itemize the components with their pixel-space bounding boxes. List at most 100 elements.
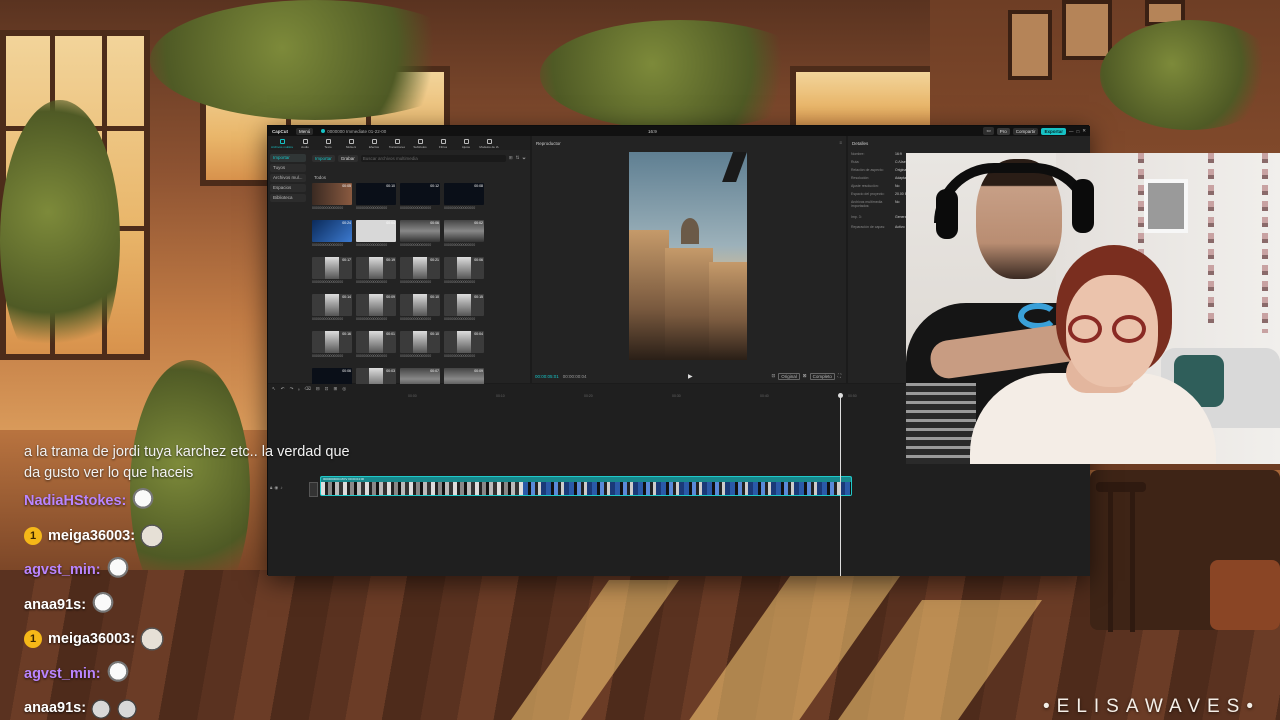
media-item[interactable]: 00:21 0000000000000000	[400, 257, 442, 284]
zoom-icon[interactable]: ⊠	[803, 373, 807, 380]
media-item[interactable]: 00:01 0000000000000000	[356, 331, 398, 358]
chat-separator: :	[130, 631, 136, 648]
media-item[interactable]: 00:09 0000000000000000	[356, 294, 398, 321]
tool-label: Ajuste	[461, 145, 471, 149]
timeline-tool-icon[interactable]: ⊡	[325, 386, 329, 392]
tool-transition[interactable]: Transiciones	[386, 137, 408, 149]
media-item[interactable]: 00:04 0000000000000000	[356, 220, 398, 247]
playhead[interactable]	[838, 393, 843, 576]
media-thumbnail: 00:04	[444, 331, 484, 353]
timeline-tool-icon[interactable]: ↖	[272, 386, 276, 392]
timeline-tool-icon[interactable]: ↷	[290, 386, 294, 392]
media-item[interactable]: 00:14 0000000000000000	[312, 294, 354, 321]
export-button[interactable]: Exportar	[1041, 127, 1066, 135]
media-grid: 00:05 0000000000000000 00:10 00000000000000…	[312, 183, 526, 395]
sidebar-item[interactable]: Tuyos	[270, 164, 306, 172]
media-item[interactable]: 00:19 0000000000000000	[356, 257, 398, 284]
close-button[interactable]: ✕	[1082, 128, 1086, 134]
chat-username[interactable]: anaa91s	[24, 597, 81, 613]
timeline-tool-icon[interactable]: ⊞	[333, 386, 337, 392]
quality-select[interactable]: Completo	[809, 372, 835, 380]
minimize-button[interactable]: —	[1069, 129, 1074, 134]
menu-button[interactable]: Menú	[296, 127, 314, 135]
details-title: Detalles	[852, 141, 869, 146]
share-button[interactable]: Compartir	[1012, 127, 1039, 135]
media-thumbnail: 00:17	[312, 257, 352, 279]
tool-sticker[interactable]: Stickers	[340, 137, 362, 149]
wall-frame	[1008, 10, 1052, 80]
media-item[interactable]: 00:04 0000000000000000	[444, 331, 486, 358]
media-thumbnail: 00:06	[400, 220, 440, 242]
search-input[interactable]: Buscar archivos multimedia	[360, 154, 506, 162]
chat-separator: :	[95, 562, 101, 579]
sort-icon[interactable]: ⇅	[516, 155, 520, 161]
plaid-pants	[906, 383, 976, 464]
video-preview[interactable]	[629, 152, 747, 360]
tool-audio[interactable]: Audio	[294, 137, 316, 149]
tool-effects[interactable]: Efectos	[363, 137, 385, 149]
play-button[interactable]: ▶	[688, 373, 693, 380]
sidebar-item[interactable]: Importar	[270, 154, 306, 162]
chat-username[interactable]: NadiaHStokes	[24, 493, 122, 509]
media-item[interactable]: 00:02 0000000000000000	[444, 220, 486, 247]
view-toggle-icon[interactable]: ⊞	[509, 155, 513, 161]
horse-emote-icon	[139, 626, 166, 653]
chat-username[interactable]: agvst_min	[24, 666, 96, 682]
captions-icon	[417, 139, 423, 144]
ratio-select[interactable]: Original	[778, 372, 800, 380]
fullscreen-icon[interactable]: ⛶	[838, 373, 841, 380]
media-icon	[279, 139, 285, 144]
tool-media[interactable]: Archivos multimedia	[271, 137, 293, 149]
pro-button[interactable]: Pro	[996, 127, 1010, 135]
timeline-tool-icon[interactable]: ⌫	[305, 386, 311, 392]
sidebar-item[interactable]: Archivos mul...	[270, 174, 306, 182]
tool-captions[interactable]: Subtítulos	[409, 137, 431, 149]
detail-row: Ruta: C:/Users	[851, 160, 911, 164]
chat-separator: :	[121, 493, 127, 510]
media-thumbnail: 00:09	[356, 294, 396, 316]
filter-icon[interactable]: ⏷	[522, 156, 526, 161]
sidebar-item[interactable]: Espacios	[270, 184, 306, 192]
media-item[interactable]: 00:10 0000000000000000	[400, 331, 442, 358]
media-item[interactable]: 00:15 0000000000000000	[444, 294, 486, 321]
media-item[interactable]: 00:06 0000000000000000	[400, 220, 442, 247]
media-item[interactable]: 00:12 0000000000000000	[400, 183, 442, 210]
media-item[interactable]: 00:05 0000000000000000	[312, 183, 354, 210]
video-track-clips[interactable]: 0000000000.MOV 00:00:04:00	[320, 476, 852, 496]
chat-line: agvst_min:	[24, 657, 364, 692]
media-item[interactable]: 00:17 0000000000000000	[312, 257, 354, 284]
total-time: 00:00:00:04	[562, 373, 587, 379]
media-item[interactable]: 00:10 0000000000000000	[356, 183, 398, 210]
chat-username[interactable]: anaa91s	[24, 700, 81, 716]
media-item[interactable]: 00:24 0000000000000000	[312, 220, 354, 247]
record-button[interactable]: Grabar	[337, 154, 358, 162]
timeline-tool-icon[interactable]: ◎	[342, 386, 346, 392]
media-filename: 0000000000000000	[444, 317, 476, 321]
timeline-toolbar: ↖ ↶ ↷ ⟊ ⌫ ⊟ ⊡ ⊞ ◎	[272, 385, 346, 393]
timeline-tool-icon[interactable]: ⟊	[298, 387, 299, 392]
tool-filter[interactable]: Filtros	[432, 137, 454, 149]
goose-emote-icon	[104, 660, 131, 687]
timeline-tool-icon[interactable]: ⊟	[316, 386, 320, 392]
layout-icon[interactable]: ▭	[983, 127, 994, 135]
effects-icon	[371, 139, 377, 144]
chat-username[interactable]: meiga36003	[48, 528, 130, 544]
media-item[interactable]: 00:10 0000000000000000	[400, 294, 442, 321]
media-item[interactable]: 00:06 0000000000000000	[444, 257, 486, 284]
sidebar-item[interactable]: Biblioteca	[270, 194, 306, 202]
media-item[interactable]: 00:08 0000000000000000	[444, 183, 486, 210]
timeline-tool-icon[interactable]: ↶	[281, 386, 285, 392]
maximize-button[interactable]: □	[1077, 129, 1080, 134]
media-duration: 00:04	[386, 221, 395, 225]
chat-username[interactable]: agvst_min	[24, 562, 96, 578]
tool-text[interactable]: Texto	[317, 137, 339, 149]
player-menu-icon[interactable]: ≡	[839, 140, 842, 145]
import-button[interactable]: Importar	[312, 154, 335, 162]
chat-username[interactable]: meiga36003	[48, 631, 130, 647]
crop-icon[interactable]: ⊡	[772, 373, 776, 380]
tool-adjust[interactable]: Ajuste	[455, 137, 477, 149]
tool-ai[interactable]: Modelos de IA	[478, 137, 500, 149]
detail-row: Nombre: 16:9	[851, 152, 911, 156]
media-item[interactable]: 00:16 0000000000000000	[312, 331, 354, 358]
media-duration: 00:04	[474, 332, 483, 336]
